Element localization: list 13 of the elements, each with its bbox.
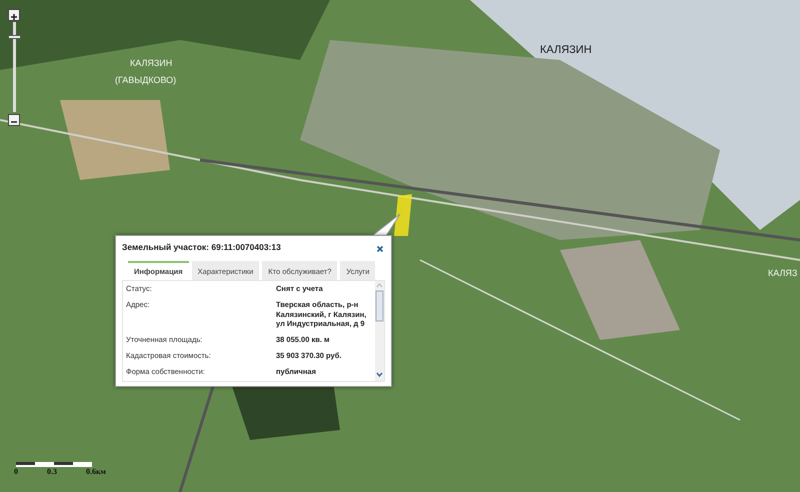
popup-title: Земельный участок: 69:11:0070403:13: [122, 242, 281, 252]
zoom-in-icon[interactable]: [8, 9, 20, 21]
scale-label: 0.6км: [86, 467, 106, 476]
scale-label: 0.3: [46, 467, 57, 476]
parcel-highlight: [394, 194, 412, 236]
place-label: (ГАВЫДКОВО): [115, 75, 176, 85]
scale-label: 0: [14, 467, 18, 476]
place-label: КАЛЯЗ: [768, 268, 798, 278]
zoom-slider-thumb[interactable]: [8, 34, 21, 39]
scrollbar[interactable]: [375, 281, 384, 381]
zoom-out-icon[interactable]: [8, 114, 20, 126]
place-label: КАЛЯЗИН: [540, 44, 592, 56]
place-label: КАЛЯЗИН: [130, 58, 172, 68]
